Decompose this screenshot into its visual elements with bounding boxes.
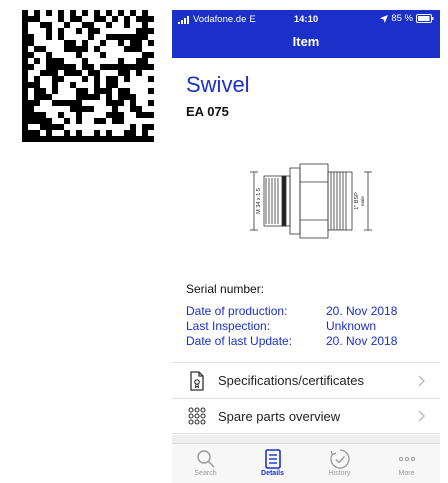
location-arrow-icon — [380, 14, 389, 23]
spare-parts-row[interactable]: Spare parts overview — [172, 398, 440, 434]
drawing-label-right-sub: male — [360, 196, 365, 206]
tab-label: History — [328, 470, 351, 477]
item-name: Swivel — [186, 72, 250, 97]
search-icon — [196, 450, 215, 468]
more-dots-icon — [398, 456, 415, 462]
phone-screen: Vodafone.de E 14:10 85 % Item Swivel EA … — [172, 10, 440, 483]
specifications-label: Specifications/certificates — [218, 373, 364, 388]
spare-parts-label: Spare parts overview — [218, 408, 341, 424]
tab-bar: Search Details History More — [172, 443, 440, 483]
tab-search[interactable]: Search — [172, 444, 239, 483]
swivel-drawing: M 34 x 1.5 1" BSP male — [250, 163, 372, 239]
detail-label: Date of production: — [186, 304, 288, 318]
tab-label: Search — [194, 470, 217, 477]
item-code: EA 075 — [186, 104, 229, 119]
detail-row-inspection: Last Inspection: Unknown — [186, 319, 431, 334]
section-divider — [172, 435, 440, 443]
nav-title: Item — [292, 34, 320, 49]
chevron-right-icon — [418, 375, 425, 386]
item-details-table: Date of production: 20. Nov 2018 Last In… — [186, 304, 431, 349]
app-header: Vodafone.de E 14:10 85 % Item — [172, 10, 440, 58]
battery-icon — [416, 14, 434, 23]
tab-more[interactable]: More — [373, 444, 440, 483]
detail-value: 20. Nov 2018 — [326, 334, 398, 348]
detail-row-production: Date of production: 20. Nov 2018 — [186, 304, 431, 319]
tab-label: Details — [261, 470, 284, 477]
chevron-right-icon — [418, 410, 425, 422]
specifications-row[interactable]: Specifications/certificates — [172, 362, 440, 398]
detail-label: Date of last Update: — [186, 334, 293, 348]
serial-number-label: Serial number: — [186, 282, 265, 296]
tab-history[interactable]: History — [306, 444, 373, 483]
tab-label: More — [398, 470, 415, 477]
history-check-icon — [329, 449, 350, 469]
certificate-document-icon — [190, 370, 204, 391]
drawing-label-left: M 34 x 1.5 — [256, 188, 262, 214]
tab-details[interactable]: Details — [239, 444, 306, 483]
detail-value: 20. Nov 2018 — [326, 304, 398, 318]
datamatrix-code — [22, 10, 154, 142]
status-bar: Vodafone.de E 14:10 85 % — [172, 10, 440, 30]
details-list-icon — [264, 449, 281, 469]
detail-label: Last Inspection: — [186, 319, 271, 333]
battery-percent: 85 % — [391, 13, 413, 24]
detail-value: Unknown — [326, 319, 377, 333]
detail-row-update: Date of last Update: 20. Nov 2018 — [186, 334, 431, 349]
parts-grid-icon — [188, 407, 206, 425]
